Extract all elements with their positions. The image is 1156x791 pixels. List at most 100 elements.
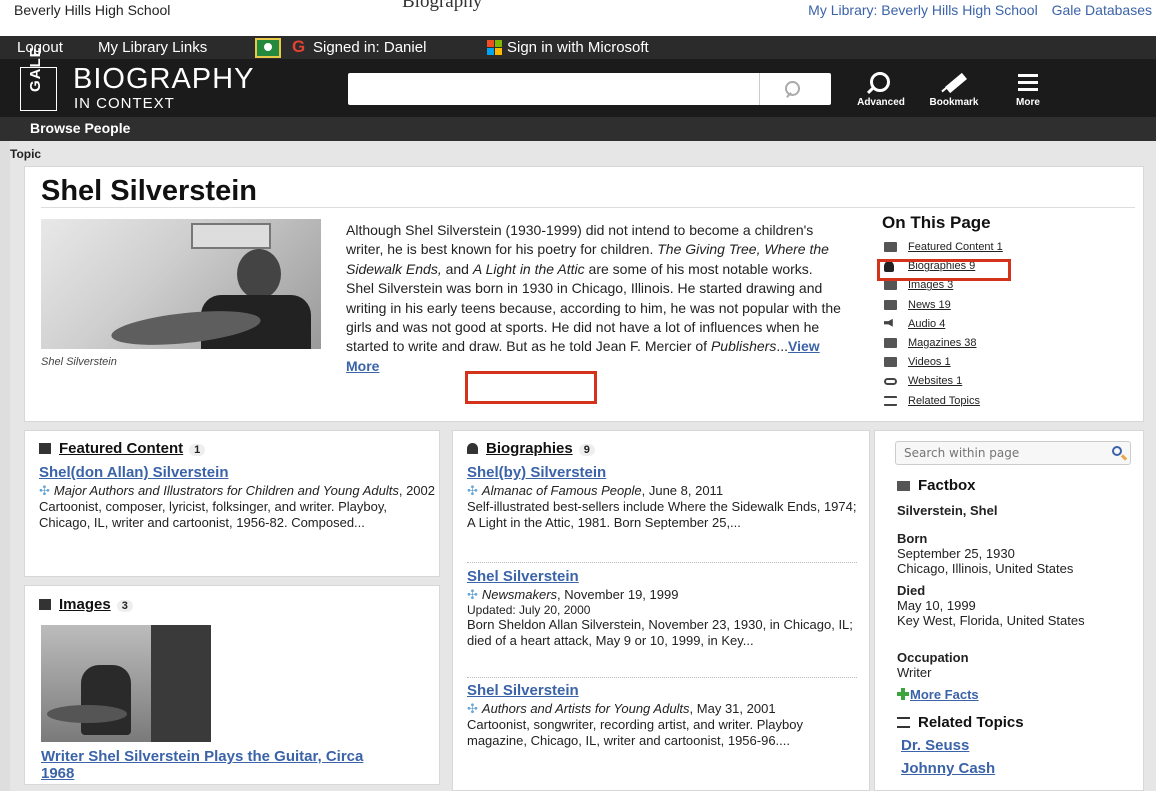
otp-label: Audio 4 [908, 317, 946, 330]
otp-item-related-topics[interactable]: Related Topics [882, 395, 1132, 414]
related-topic-link[interactable]: Johnny Cash [901, 760, 995, 777]
biographies-link[interactable]: Biographies [486, 440, 573, 457]
topic-photo[interactable] [41, 219, 321, 349]
on-this-page-heading: On This Page [882, 213, 991, 232]
overview-publication: Publishers [710, 338, 777, 355]
magnifier-icon[interactable] [1112, 446, 1122, 456]
related-topics-icon [884, 395, 897, 406]
related-topics-icon [897, 717, 910, 728]
images-link[interactable]: Images [59, 596, 111, 613]
otp-label: Videos 1 [908, 356, 951, 369]
otp-label: Websites 1 [908, 375, 963, 388]
bookmark-button[interactable]: Bookmark [929, 67, 979, 108]
spinner-icon: ✣ [467, 483, 478, 498]
more-button[interactable]: More [1013, 67, 1043, 108]
otp-item-images[interactable]: Images 3 [882, 279, 1132, 298]
overview-text: and [441, 260, 473, 277]
born-date: September 25, 1930 [897, 546, 1015, 561]
died-date: May 10, 1999 [897, 598, 976, 613]
entry-title-link[interactable]: Shel Silverstein [467, 568, 863, 585]
otp-item-videos[interactable]: Videos 1 [882, 356, 1132, 375]
source-date: , 2002 [398, 483, 435, 498]
source-title: Newsmakers [481, 587, 558, 602]
right-sidebar: Factbox Silverstein, Shel Born September… [874, 430, 1144, 791]
list-item: Shel Silverstein ✣ Authors and Artists fo… [467, 682, 863, 749]
browse-bar: Browse People [0, 117, 1156, 141]
highlight-box [465, 371, 597, 404]
gale-databases-link[interactable]: Gale Databases [1052, 2, 1152, 18]
search-icon[interactable] [759, 73, 831, 105]
related-topic-link[interactable]: Dr. Seuss [901, 737, 969, 754]
list-item: Shel Silverstein ✣ Newsmakers, November 1… [467, 568, 863, 649]
entry-source: ✣ Authors and Artists for Young Adults, M… [467, 701, 863, 717]
signed-in-status[interactable]: Signed in: Daniel [313, 39, 426, 56]
entry-description: Cartoonist, songwriter, recording artist… [467, 717, 803, 748]
top-bar: Beverly Hills High School Biography My L… [0, 0, 1156, 36]
entry-title-link[interactable]: Shel(don Allan) Silverstein [39, 464, 435, 481]
count-badge: 9 [578, 444, 595, 456]
related-topics-title: Related Topics [918, 714, 1024, 731]
bookmark-icon [929, 67, 979, 97]
died-place: Key West, Florida, United States [897, 613, 1085, 628]
featured-content-link[interactable]: Featured Content [59, 440, 183, 457]
magazine-icon [884, 337, 897, 348]
browse-people-link[interactable]: Browse People [30, 120, 130, 136]
featured-content-heading: Featured Content 1 [39, 440, 206, 457]
featured-icon [39, 443, 51, 454]
otp-item-websites[interactable]: Websites 1 [882, 375, 1132, 394]
on-this-page: On This Page Featured Content 1 Biograph… [882, 213, 1132, 414]
gale-logo-text: GALE [27, 46, 44, 92]
my-library-link[interactable]: My Library: Beverly Hills High School [808, 2, 1038, 18]
breadcrumb: Topic [10, 147, 42, 161]
spinner-icon: ✣ [39, 483, 50, 498]
more-facts-label: More Facts [910, 687, 979, 702]
brand-title[interactable]: BIOGRAPHY [73, 63, 254, 96]
count-badge: 1 [189, 444, 206, 456]
header: GALE BIOGRAPHY IN CONTEXT Advanced Bookm… [0, 46, 1156, 117]
topic-panel: Shel Silverstein Shel Silverstein Althou… [24, 166, 1144, 422]
otp-item-featured[interactable]: Featured Content 1 [882, 241, 1132, 260]
advanced-search-button[interactable]: Advanced [853, 67, 909, 108]
entry-source: ✣ Newsmakers, November 19, 1999 [467, 587, 863, 603]
entry-title-link[interactable]: Shel Silverstein [467, 682, 863, 699]
top-links: My Library: Beverly Hills High School Ga… [798, 2, 1152, 18]
more-facts-link[interactable]: More Facts [897, 687, 979, 702]
overview-title: A Light in the Attic [472, 260, 585, 277]
died-label: Died [897, 583, 926, 598]
bookmark-label: Bookmark [929, 97, 979, 108]
my-library-links[interactable]: My Library Links [98, 39, 207, 56]
search-within-input[interactable] [896, 442, 1096, 464]
image-thumbnail[interactable] [41, 625, 211, 742]
utility-bar: Logout My Library Links G Signed in: Dan… [0, 36, 1156, 59]
featured-content-card: Featured Content 1 Shel(don Allan) Silver… [24, 430, 440, 577]
entry-title-link[interactable]: Shel(by) Silverstein [467, 464, 863, 481]
brand-subtitle: IN CONTEXT [74, 95, 175, 112]
otp-label: Related Topics [908, 394, 980, 407]
factbox-heading: Factbox [897, 477, 976, 494]
entry-source: ✣ Almanac of Famous People, June 8, 2011 [467, 483, 863, 499]
image-caption-link[interactable]: Writer Shel Silverstein Plays the Guitar… [41, 748, 371, 782]
born-place: Chicago, Illinois, United States [897, 561, 1074, 576]
search-input[interactable] [348, 73, 758, 105]
title-divider [41, 207, 1135, 208]
images-card: Images 3 Writer Shel Silverstein Plays th… [24, 585, 440, 785]
gale-logo[interactable]: GALE [20, 46, 57, 111]
entry-description: Cartoonist, composer, lyricist, folksing… [39, 499, 388, 530]
otp-item-audio[interactable]: Audio 4 [882, 318, 1132, 337]
otp-label: Magazines 38 [908, 336, 977, 349]
factbox-born: Born September 25, 1930 Chicago, Illinoi… [897, 531, 1073, 576]
factbox-icon [897, 481, 910, 491]
sign-in-microsoft-link[interactable]: Sign in with Microsoft [507, 39, 649, 56]
images-heading: Images 3 [39, 596, 133, 613]
factbox-title: Factbox [918, 477, 976, 494]
video-icon [884, 357, 897, 368]
otp-item-news[interactable]: News 19 [882, 299, 1132, 318]
hamburger-menu-icon [1013, 67, 1043, 97]
source-date: , June 8, 2011 [641, 483, 724, 498]
google-classroom-icon[interactable] [255, 38, 281, 58]
list-item: Shel(by) Silverstein ✣ Almanac of Famous … [467, 464, 863, 531]
otp-item-magazines[interactable]: Magazines 38 [882, 337, 1132, 356]
advanced-label: Advanced [857, 97, 905, 108]
highlight-box [877, 259, 1011, 281]
school-name: Beverly Hills High School [14, 2, 171, 18]
